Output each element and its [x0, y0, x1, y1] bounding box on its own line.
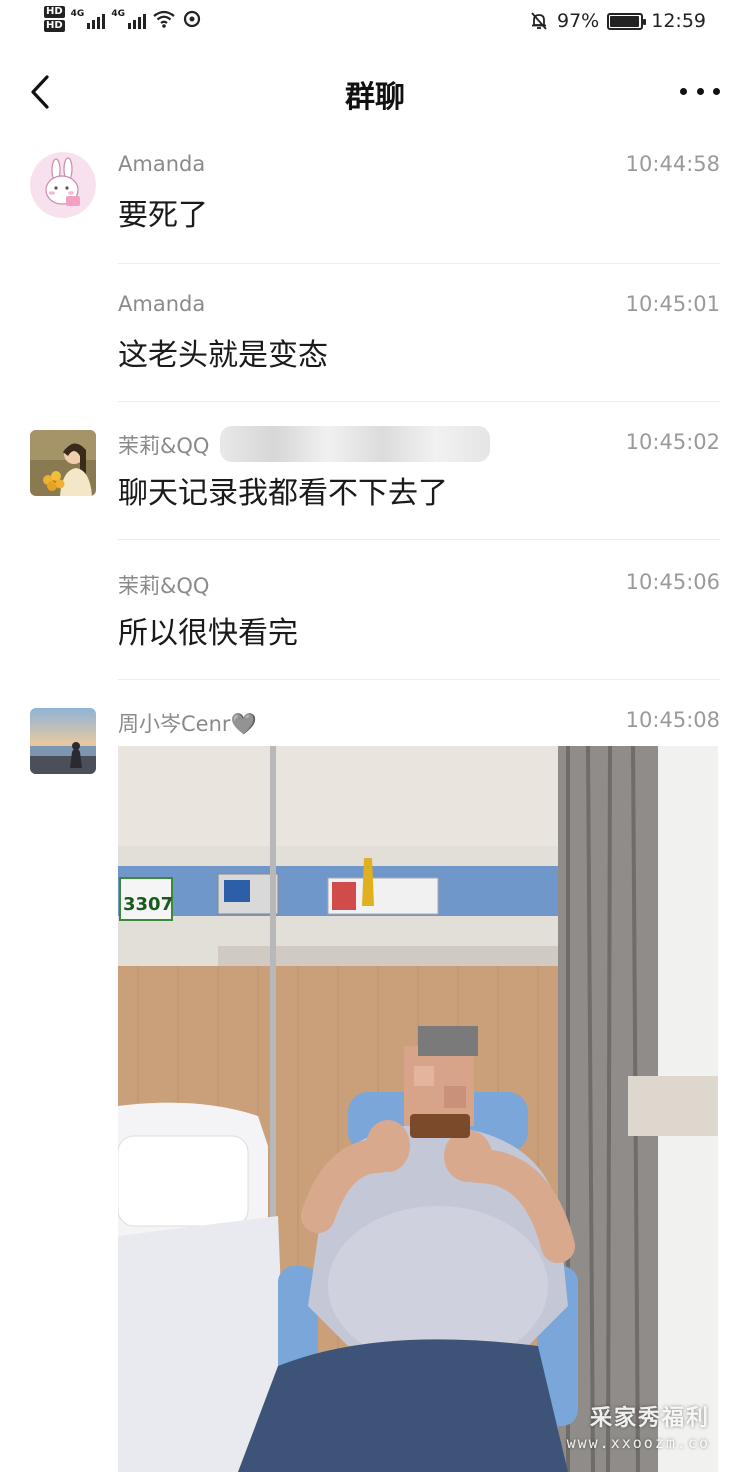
- sender-name: Amanda: [118, 292, 206, 316]
- room-number: 3307: [123, 894, 173, 915]
- watermark-title: 采家秀福利: [589, 1406, 710, 1431]
- divider: [118, 679, 720, 680]
- message-time: 10:45:01: [625, 292, 720, 316]
- sender-name: 周小岑Cenr🩶: [118, 712, 257, 736]
- sender-name: 茉莉&QQ: [118, 434, 210, 458]
- wifi-icon: [153, 10, 175, 28]
- divider: [118, 539, 720, 540]
- hd-badges: HD HD: [44, 6, 65, 32]
- sender-name: 茉莉&QQ: [118, 574, 210, 598]
- sender-name: Amanda: [118, 152, 206, 176]
- message-item: 茉莉&QQ 10:45:02 聊天记录我都看不下去了: [0, 418, 750, 540]
- message-item: 周小岑Cenr🩶 10:45:08: [0, 696, 750, 774]
- signal-icon: 4G: [71, 9, 106, 29]
- status-right: 97% 12:59: [529, 10, 706, 32]
- page-title: 群聊: [345, 80, 405, 115]
- watermark-url: www.xxoozm.co: [566, 1434, 710, 1452]
- hd-badge: HD: [44, 6, 65, 18]
- divider: [118, 263, 720, 264]
- message-text[interactable]: 要死了: [118, 190, 208, 234]
- mute-bell-icon: [531, 12, 547, 30]
- girl-sunflower-avatar[interactable]: [30, 430, 96, 496]
- message-text[interactable]: 这老头就是变态: [118, 330, 328, 374]
- status-bar: HD HD 4G 4G 97% 12:59: [0, 0, 750, 48]
- watermark: 采家秀福利 www.xxoozm.co: [567, 1400, 710, 1452]
- signal-icon: 4G: [111, 9, 146, 29]
- network-type: 4G: [70, 9, 85, 19]
- message-item: Amanda 10:45:01 这老头就是变态: [0, 280, 750, 402]
- message-item: Amanda 10:44:58 要死了: [0, 140, 750, 264]
- network-type: 4G: [111, 9, 125, 19]
- battery-percent: 97%: [557, 10, 600, 32]
- divider: [118, 401, 720, 402]
- message-time: 10:45:08: [625, 708, 720, 732]
- hd-badge: HD: [44, 20, 65, 32]
- status-left: HD HD 4G 4G: [44, 6, 202, 32]
- chat-header: 群聊: [0, 48, 750, 136]
- beach-avatar[interactable]: [30, 708, 96, 774]
- message-time: 10:45:02: [625, 430, 720, 454]
- image-message[interactable]: 3307 采家秀福利 www.xxoozm.co: [118, 746, 718, 1472]
- message-time: 10:45:06: [625, 570, 720, 594]
- bunny-avatar[interactable]: [30, 152, 96, 218]
- message-text[interactable]: 所以很快看完: [118, 608, 298, 652]
- hospital-room-photo: 3307: [118, 746, 718, 1472]
- message-time: 10:44:58: [625, 152, 720, 176]
- battery-icon: [607, 12, 647, 30]
- message-text[interactable]: 聊天记录我都看不下去了: [118, 468, 448, 512]
- sync-icon: [183, 10, 201, 28]
- message-item: 茉莉&QQ 10:45:06 所以很快看完: [0, 558, 750, 680]
- blurred-nickname: [220, 426, 490, 462]
- more-dots-icon[interactable]: [680, 76, 720, 106]
- clock: 12:59: [651, 10, 706, 32]
